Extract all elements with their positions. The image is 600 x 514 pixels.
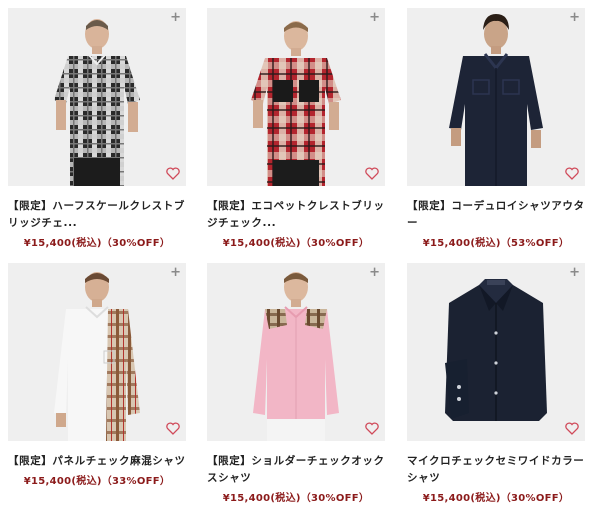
product-image[interactable]: + bbox=[8, 263, 186, 441]
plus-icon[interactable]: + bbox=[569, 11, 580, 24]
product-title[interactable]: 【限定】エコペットクレストブリッジチェック... bbox=[207, 198, 385, 232]
product-price: ¥15,400(税込)（33%OFF） bbox=[23, 476, 171, 487]
product-image-graphic bbox=[445, 279, 547, 421]
product-image-graphic bbox=[54, 272, 140, 441]
product-title[interactable]: 【限定】ハーフスケールクレストブリッジチェ... bbox=[8, 198, 186, 232]
product-grid: + 【限定】ハーフスケールクレストブリッジチェ... ¥15,400(税込)（3… bbox=[0, 0, 600, 514]
product-card[interactable]: + 【限定】ハーフスケールクレストブリッジチェ... ¥15,400(税込)（3… bbox=[8, 8, 186, 249]
product-card[interactable]: + 【限定】コーデュロイシャツアウター ¥15,400(税込)（53%OFF） bbox=[407, 8, 585, 249]
heart-icon[interactable] bbox=[365, 167, 379, 180]
product-title[interactable]: 【限定】パネルチェック麻混シャツ bbox=[8, 453, 186, 470]
product-title[interactable]: マイクロチェックセミワイドカラーシャツ bbox=[407, 453, 585, 487]
product-price: ¥15,400(税込)（30%OFF） bbox=[222, 238, 370, 249]
product-image[interactable]: + bbox=[207, 263, 385, 441]
heart-icon[interactable] bbox=[565, 167, 579, 180]
product-card[interactable]: + 【限定】ショルダーチェックオックスシャツ ¥15,400(税込)（30%OF… bbox=[207, 263, 385, 504]
plus-icon[interactable]: + bbox=[569, 266, 580, 279]
product-image[interactable]: + bbox=[407, 263, 585, 441]
product-image-graphic bbox=[54, 19, 140, 186]
product-title[interactable]: 【限定】コーデュロイシャツアウター bbox=[407, 198, 585, 232]
plus-icon[interactable]: + bbox=[369, 266, 380, 279]
product-price: ¥15,400(税込)（53%OFF） bbox=[422, 238, 570, 249]
product-price: ¥15,400(税込)（30%OFF） bbox=[222, 493, 370, 504]
heart-icon[interactable] bbox=[166, 167, 180, 180]
plus-icon[interactable]: + bbox=[170, 11, 181, 24]
product-price: ¥15,400(税込)（30%OFF） bbox=[23, 238, 171, 249]
heart-icon[interactable] bbox=[365, 422, 379, 435]
plus-icon[interactable]: + bbox=[369, 11, 380, 24]
product-image-graphic bbox=[251, 21, 341, 186]
heart-icon[interactable] bbox=[166, 422, 180, 435]
product-image[interactable]: + bbox=[407, 8, 585, 186]
product-card[interactable]: + 【限定】パネルチェック麻混シャツ ¥15,400(税込)（33%OFF） bbox=[8, 263, 186, 487]
product-image[interactable]: + bbox=[207, 8, 385, 186]
product-image-graphic bbox=[253, 272, 339, 441]
product-image[interactable]: + bbox=[8, 8, 186, 186]
plus-icon[interactable]: + bbox=[170, 266, 181, 279]
heart-icon[interactable] bbox=[565, 422, 579, 435]
product-price: ¥15,400(税込)（30%OFF） bbox=[422, 493, 570, 504]
product-image-graphic bbox=[449, 14, 543, 186]
product-title[interactable]: 【限定】ショルダーチェックオックスシャツ bbox=[207, 453, 385, 487]
product-card[interactable]: + 【限定】エコペットクレストブリッジチェック... ¥15,400(税込)（3… bbox=[207, 8, 385, 249]
product-card[interactable]: + マイクロチェックセミワイドカラーシャツ ¥15,400(税込)（30%OFF… bbox=[407, 263, 585, 504]
